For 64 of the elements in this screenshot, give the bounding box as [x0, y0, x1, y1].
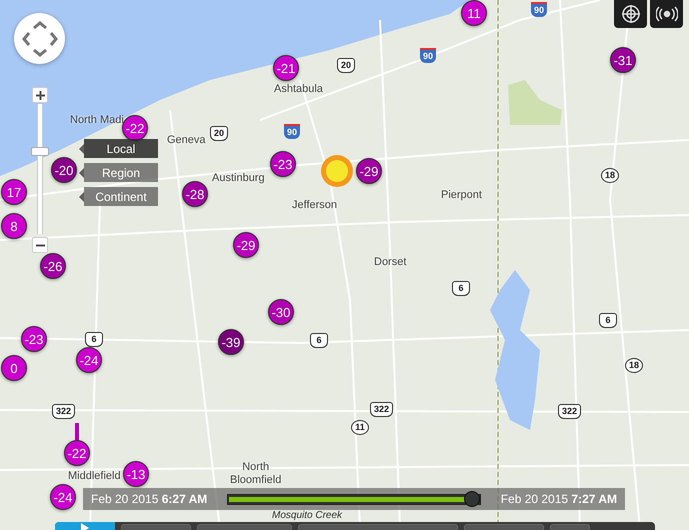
route-shield: 6: [452, 281, 470, 296]
temperature-marker[interactable]: -24: [50, 484, 76, 510]
temperature-marker[interactable]: -23: [270, 151, 296, 177]
place-label: Dorset: [374, 256, 406, 269]
temperature-marker[interactable]: -13: [123, 461, 149, 487]
place-label: Middlefield: [68, 470, 121, 483]
broadcast-button[interactable]: [650, 0, 683, 28]
route-shield: 90: [284, 124, 300, 139]
radar-icon: [620, 4, 640, 24]
sun-icon: [321, 155, 353, 187]
route-shield: 90: [531, 2, 548, 17]
route-shield: 322: [370, 402, 394, 417]
play-icon: [80, 522, 90, 530]
temperature-marker[interactable]: -29: [233, 232, 259, 258]
end-time: Feb 20 2015 7:27 AM: [500, 492, 617, 506]
route-shield: 18: [601, 168, 620, 183]
place-label: North Madi: [70, 114, 124, 127]
place-label: North Bloomfield: [230, 461, 282, 486]
route-shield: 11: [351, 420, 369, 435]
place-label: Geneva: [167, 134, 206, 147]
temperature-marker[interactable]: -28: [182, 181, 208, 207]
temperature-marker[interactable]: 8: [1, 213, 27, 239]
creek-label: Mosquito Creek: [272, 510, 342, 521]
pan-arrows-icon: [22, 21, 58, 57]
place-label: Austinburg: [212, 172, 265, 185]
route-shield: 6: [85, 332, 103, 347]
route-shield: 6: [599, 313, 617, 328]
temperature-marker[interactable]: 0: [1, 355, 27, 381]
park-area: [508, 80, 562, 125]
route-shield: 18: [625, 358, 644, 373]
radar-button[interactable]: [614, 0, 647, 28]
time-slider[interactable]: [227, 494, 481, 504]
route-shield: 6: [310, 333, 328, 348]
route-shield: 322: [52, 404, 76, 419]
temperature-marker[interactable]: -23: [21, 326, 47, 352]
temperature-marker[interactable]: -31: [610, 47, 636, 73]
temperature-marker[interactable]: 11: [461, 0, 487, 26]
place-label: Ashtabula: [274, 83, 323, 96]
broadcast-icon: [656, 6, 678, 22]
route-shield: 20: [210, 126, 228, 141]
temperature-marker[interactable]: 17: [1, 179, 27, 205]
temperature-marker[interactable]: -39: [218, 329, 244, 355]
zoom-in-button[interactable]: [32, 87, 48, 103]
place-label: Jefferson: [292, 199, 338, 212]
scale-tab[interactable]: Region: [79, 163, 158, 182]
route-shield: 20: [337, 58, 356, 73]
temperature-marker[interactable]: -29: [356, 158, 382, 184]
temperature-marker[interactable]: -22: [122, 115, 148, 141]
temperature-marker[interactable]: -30: [268, 299, 294, 325]
start-time: Feb 20 2015 6:27 AM: [91, 492, 208, 506]
temperature-marker[interactable]: -22: [64, 440, 90, 466]
zoom-out-button[interactable]: [32, 237, 48, 253]
temperature-marker[interactable]: -26: [40, 253, 66, 279]
temperature-marker[interactable]: -24: [76, 347, 102, 373]
route-shield: 322: [558, 404, 582, 419]
time-handle[interactable]: [464, 490, 480, 506]
temperature-marker[interactable]: -21: [273, 55, 299, 81]
plus-icon: [36, 90, 44, 100]
place-label: Pierpont: [441, 189, 482, 202]
route-shield: 90: [420, 48, 436, 63]
scale-tab[interactable]: Local: [79, 139, 158, 158]
zoom-handle[interactable]: [31, 146, 49, 156]
temperature-marker[interactable]: -20: [51, 157, 77, 183]
scale-tab[interactable]: Continent: [79, 187, 158, 206]
